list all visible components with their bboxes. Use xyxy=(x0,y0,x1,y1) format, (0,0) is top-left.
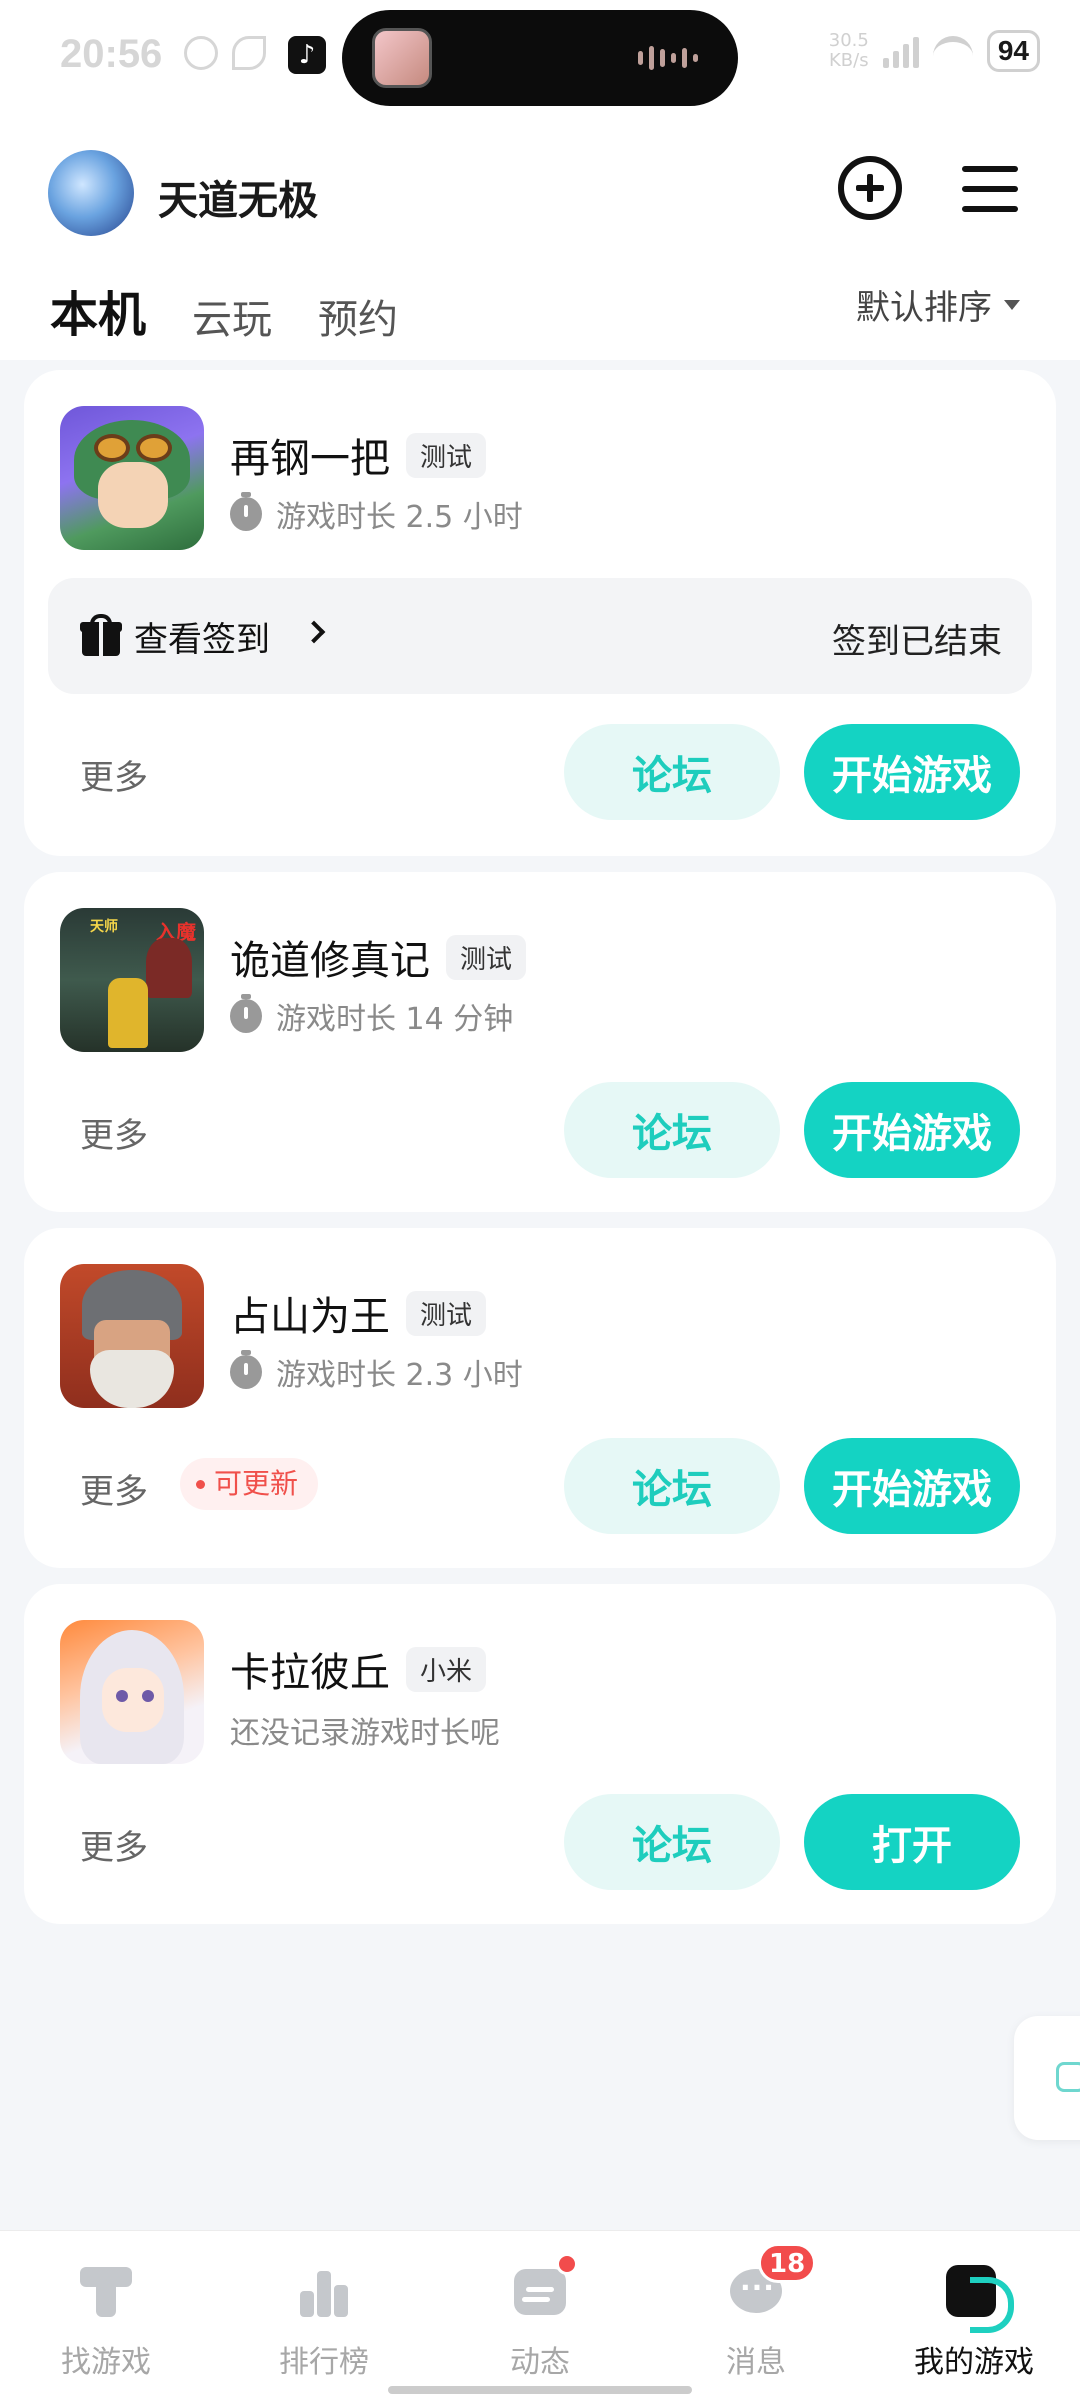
status-bar: 20:56 ♪ 30.5 KB/s 94 xyxy=(0,0,1080,110)
username[interactable]: 天道无极 xyxy=(158,168,318,226)
icon-text: 天师 xyxy=(90,919,118,935)
game-icon[interactable] xyxy=(60,406,204,550)
tab-cloud[interactable]: 云玩 xyxy=(192,287,272,345)
download-icon xyxy=(1056,2062,1080,2092)
open-game-button[interactable]: 打开 xyxy=(804,1794,1020,1890)
game-card: 天师 入魔 诡道修真记 测试 游戏时长 14 分钟 更多 论坛 开始游戏 xyxy=(24,872,1056,1212)
game-icon[interactable] xyxy=(60,1264,204,1408)
chevron-right-icon xyxy=(302,620,326,644)
game-tag: 测试 xyxy=(406,1290,487,1336)
forum-button[interactable]: 论坛 xyxy=(564,1082,780,1178)
game-icon[interactable] xyxy=(60,1620,204,1764)
leaf-icon xyxy=(232,36,266,70)
find-game-icon xyxy=(76,2261,136,2321)
stopwatch-icon xyxy=(230,492,262,531)
notification-icon xyxy=(184,36,218,70)
stopwatch-icon xyxy=(230,994,262,1033)
nav-label: 消息 xyxy=(726,2345,786,2380)
nav-find-game[interactable]: 找游戏 xyxy=(26,2261,186,2381)
status-time: 20:56 xyxy=(60,32,163,76)
playtime-text: 游戏时长 2.5 小时 xyxy=(276,500,523,535)
playtime-text: 还没记录游戏时长呢 xyxy=(230,1716,500,1751)
wifi-icon xyxy=(932,36,973,66)
tab-local[interactable]: 本机 xyxy=(50,275,147,345)
more-button[interactable]: 更多 xyxy=(80,750,148,799)
game-name[interactable]: 占山为王 xyxy=(230,1284,390,1342)
playtime-text: 游戏时长 2.3 小时 xyxy=(276,1358,523,1393)
tab-bar: 本机 云玩 预约 xyxy=(50,275,398,345)
playtime: 游戏时长 2.5 小时 xyxy=(230,492,523,536)
sort-label: 默认排序 xyxy=(856,288,992,328)
floating-download-button[interactable] xyxy=(1014,2016,1080,2140)
forum-button[interactable]: 论坛 xyxy=(564,1794,780,1890)
more-button[interactable]: 更多 xyxy=(80,1464,148,1513)
checkin-panel[interactable]: 查看签到 签到已结束 xyxy=(48,578,1032,694)
nav-label: 找游戏 xyxy=(61,2345,151,2380)
forum-button[interactable]: 论坛 xyxy=(564,1438,780,1534)
game-card: 占山为王 测试 游戏时长 2.3 小时 更多 可更新 论坛 开始游戏 xyxy=(24,1228,1056,1568)
message-count-badge: 18 xyxy=(758,2243,817,2283)
playtime: 游戏时长 14 分钟 xyxy=(230,994,513,1038)
start-game-button[interactable]: 开始游戏 xyxy=(804,1438,1020,1534)
home-indicator[interactable] xyxy=(388,2386,692,2394)
music-cover-icon xyxy=(372,28,432,88)
game-title-row: 卡拉彼丘 小米 xyxy=(230,1640,487,1698)
game-tag: 小米 xyxy=(406,1646,487,1692)
avatar[interactable] xyxy=(48,150,134,236)
game-name[interactable]: 诡道修真记 xyxy=(230,928,430,986)
more-button[interactable]: 更多 xyxy=(80,1820,148,1869)
game-tag: 测试 xyxy=(446,934,527,980)
menu-icon[interactable] xyxy=(962,166,1018,212)
status-notification-icons xyxy=(184,36,266,70)
nav-label: 动态 xyxy=(510,2345,570,2380)
nav-ranking[interactable]: 排行榜 xyxy=(244,2261,404,2381)
playtime: 游戏时长 2.3 小时 xyxy=(230,1350,523,1394)
status-right: 30.5 KB/s 94 xyxy=(829,30,1040,72)
forum-button[interactable]: 论坛 xyxy=(564,724,780,820)
game-name[interactable]: 卡拉彼丘 xyxy=(230,1640,390,1698)
stopwatch-icon xyxy=(230,1350,262,1389)
game-tag: 测试 xyxy=(406,432,487,478)
nav-my-games[interactable]: 我的游戏 xyxy=(894,2261,1054,2381)
game-icon[interactable]: 天师 入魔 xyxy=(60,908,204,1052)
nav-label: 我的游戏 xyxy=(914,2345,1034,2380)
nav-messages[interactable]: 18 消息 xyxy=(676,2243,836,2381)
nav-feed[interactable]: 动态 xyxy=(460,2253,620,2381)
playtime-text: 游戏时长 14 分钟 xyxy=(276,1002,514,1037)
start-game-button[interactable]: 开始游戏 xyxy=(804,724,1020,820)
add-icon[interactable] xyxy=(838,156,902,220)
bottom-nav: 找游戏 排行榜 动态 18 消息 我的游戏 xyxy=(0,2230,1080,2400)
my-games-icon xyxy=(944,2261,1014,2333)
game-card: 再钢一把 测试 游戏时长 2.5 小时 查看签到 签到已结束 更多 论坛 开始游… xyxy=(24,370,1056,856)
header: 天道无极 本机 云玩 预约 默认排序 xyxy=(0,110,1080,360)
more-button[interactable]: 更多 xyxy=(80,1108,148,1157)
nav-label: 排行榜 xyxy=(279,2345,369,2380)
game-title-row: 占山为王 测试 xyxy=(230,1284,487,1342)
dynamic-island[interactable] xyxy=(342,10,738,106)
audio-wave-icon xyxy=(638,46,698,70)
gift-icon xyxy=(80,614,122,656)
start-game-button[interactable]: 开始游戏 xyxy=(804,1082,1020,1178)
message-icon: 18 xyxy=(726,2243,817,2321)
checkin-status: 签到已结束 xyxy=(832,622,1002,662)
ranking-icon xyxy=(294,2261,354,2321)
game-card: 卡拉彼丘 小米 还没记录游戏时长呢 更多 论坛 打开 xyxy=(24,1584,1056,1924)
notification-dot xyxy=(556,2253,578,2275)
network-speed: 30.5 KB/s xyxy=(828,30,869,71)
tab-reserved[interactable]: 预约 xyxy=(318,287,398,345)
game-title-row: 诡道修真记 测试 xyxy=(230,928,527,986)
game-title-row: 再钢一把 测试 xyxy=(230,426,487,484)
feed-icon xyxy=(510,2253,578,2321)
tiktok-icon: ♪ xyxy=(288,36,326,74)
game-name[interactable]: 再钢一把 xyxy=(230,426,390,484)
caret-down-icon xyxy=(1004,299,1020,310)
battery-level: 94 xyxy=(986,30,1040,72)
sort-dropdown[interactable]: 默认排序 xyxy=(856,280,1020,329)
signal-icon xyxy=(882,34,919,68)
update-badge[interactable]: 可更新 xyxy=(180,1458,319,1510)
checkin-label: 查看签到 xyxy=(134,620,270,660)
